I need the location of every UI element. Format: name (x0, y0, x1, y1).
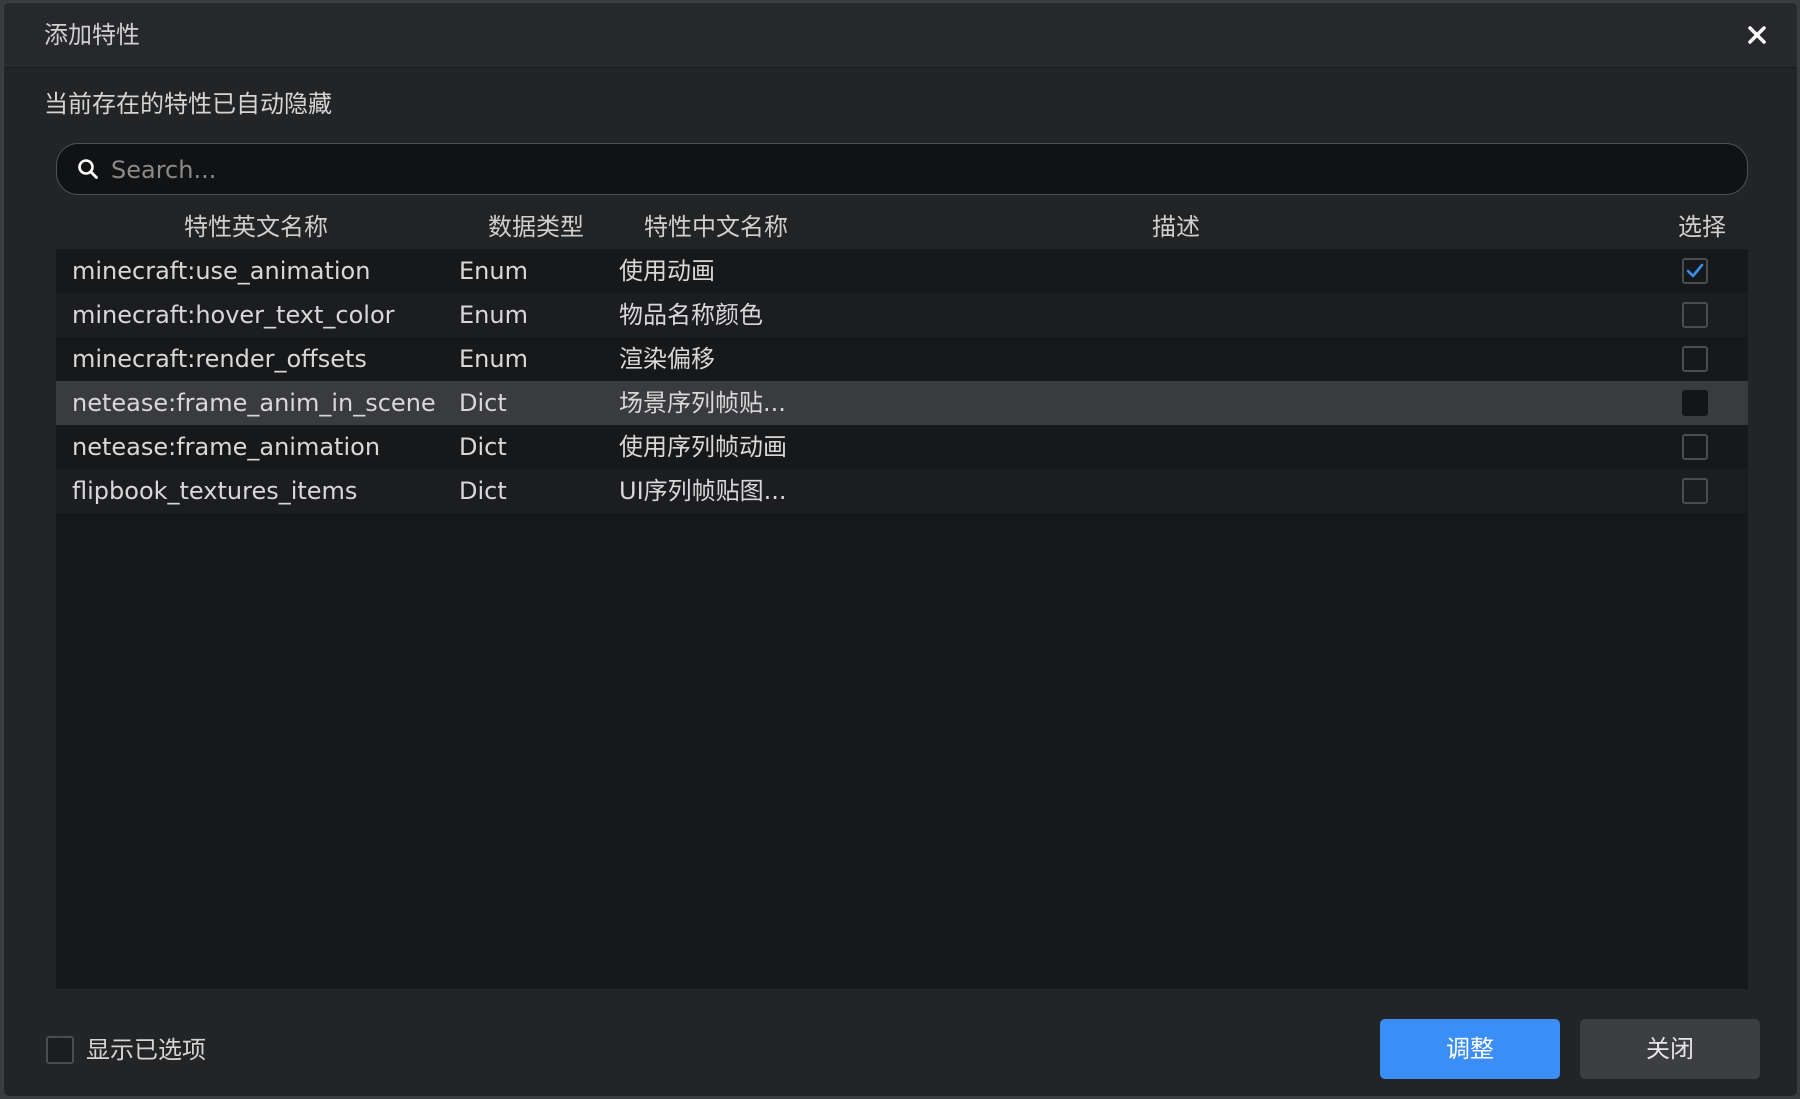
search-icon (77, 158, 99, 180)
table-row[interactable]: minecraft:hover_text_color Enum 物品名称颜色 (56, 293, 1748, 337)
cell-english-name: minecraft:render_offsets (72, 345, 367, 373)
table-row[interactable]: flipbook_textures_items Dict UI序列帧贴图... (56, 469, 1748, 513)
table-body: minecraft:use_animation Enum 使用动画 minecraft… (56, 249, 1748, 513)
table-row[interactable]: minecraft:render_offsets Enum 渲染偏移 (56, 337, 1748, 381)
dialog-titlebar: 添加特性 (4, 3, 1797, 68)
cell-chinese-name: 使用动画 (619, 257, 715, 285)
show-selected-checkbox[interactable] (46, 1036, 74, 1064)
table-header: 特性英文名称 数据类型 特性中文名称 描述 选择 (56, 205, 1748, 249)
cell-description (836, 249, 1536, 293)
table-row[interactable]: netease:frame_animation Dict 使用序列帧动画 (56, 425, 1748, 469)
cell-english-name: netease:frame_animation (72, 433, 381, 461)
cell-chinese-name: 场景序列帧贴... (619, 389, 786, 417)
search-input[interactable] (109, 150, 1713, 190)
table-row[interactable]: minecraft:use_animation Enum 使用动画 (56, 249, 1748, 293)
cell-data-type: Dict (459, 477, 507, 505)
cell-chinese-name: 物品名称颜色 (619, 301, 763, 329)
search-bar[interactable] (56, 143, 1748, 195)
close-icon[interactable] (1741, 19, 1773, 51)
dialog-title: 添加特性 (44, 21, 140, 49)
header-english-name[interactable]: 特性英文名称 (56, 205, 456, 249)
row-select-checkbox[interactable] (1682, 478, 1708, 504)
cell-data-type: Enum (459, 301, 528, 329)
header-data-type[interactable]: 数据类型 (456, 205, 616, 249)
header-chinese-name[interactable]: 特性中文名称 (616, 205, 816, 249)
add-trait-dialog: 添加特性 当前存在的特性已自动隐藏 特性英文名称 数据类型 特性中文名称 描述 … (3, 2, 1798, 1097)
cell-chinese-name: 渲染偏移 (619, 345, 715, 373)
row-select-checkbox[interactable] (1682, 390, 1708, 416)
cell-chinese-name: 使用序列帧动画 (619, 433, 787, 461)
row-select-checkbox[interactable] (1682, 258, 1708, 284)
cell-data-type: Dict (459, 433, 507, 461)
cell-description (836, 337, 1536, 381)
header-select[interactable]: 选择 (1656, 205, 1748, 249)
close-button[interactable]: 关闭 (1580, 1019, 1760, 1079)
cell-description (836, 425, 1536, 469)
row-select-checkbox[interactable] (1682, 302, 1708, 328)
cell-data-type: Enum (459, 257, 528, 285)
header-description[interactable]: 描述 (816, 205, 1536, 249)
checkmark-icon (1686, 263, 1704, 278)
table-row[interactable]: netease:frame_anim_in_scene Dict 场景序列帧贴... (56, 381, 1748, 425)
show-selected-label[interactable]: 显示已选项 (86, 1033, 206, 1067)
cell-description (836, 381, 1536, 425)
row-select-checkbox[interactable] (1682, 346, 1708, 372)
hidden-traits-notice: 当前存在的特性已自动隐藏 (44, 90, 332, 118)
traits-table: 特性英文名称 数据类型 特性中文名称 描述 选择 minecraft:use_a… (56, 205, 1748, 989)
cell-english-name: netease:frame_anim_in_scene (72, 389, 436, 417)
cell-english-name: minecraft:use_animation (72, 257, 371, 285)
row-select-checkbox[interactable] (1682, 434, 1708, 460)
cell-english-name: minecraft:hover_text_color (72, 301, 395, 329)
cell-chinese-name: UI序列帧贴图... (619, 477, 787, 505)
cell-description (836, 469, 1536, 513)
cell-english-name: flipbook_textures_items (72, 477, 358, 505)
cell-data-type: Enum (459, 345, 528, 373)
adjust-button[interactable]: 调整 (1380, 1019, 1560, 1079)
cell-data-type: Dict (459, 389, 507, 417)
cell-description (836, 293, 1536, 337)
